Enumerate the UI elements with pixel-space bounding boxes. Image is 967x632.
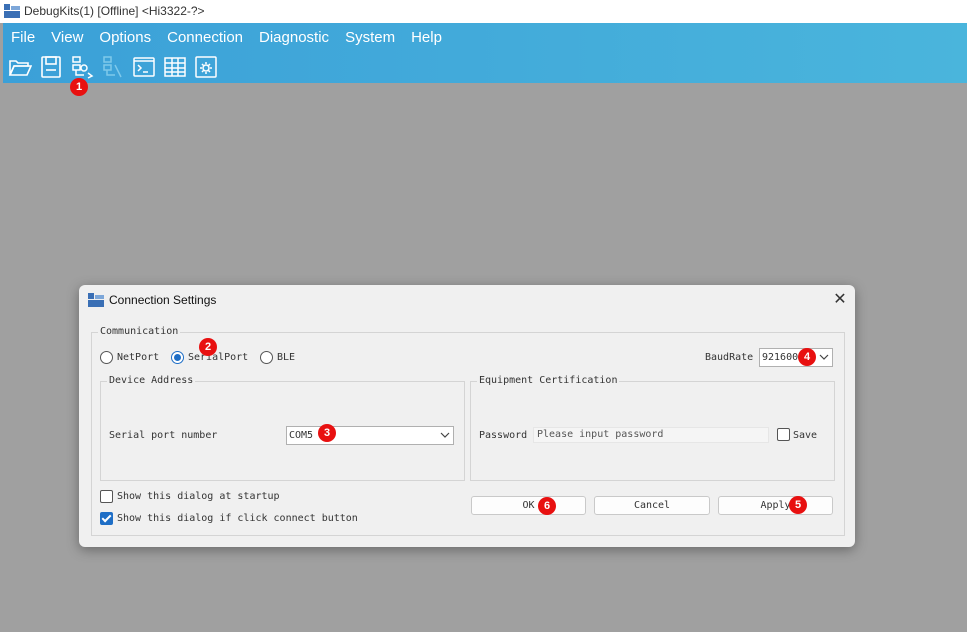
save-password-label: Save [793, 430, 818, 441]
chevron-down-icon [440, 432, 450, 438]
dialog-titlebar: Connection Settings ✕ [79, 285, 855, 315]
menu-file[interactable]: File [3, 28, 43, 50]
menu-view[interactable]: View [43, 28, 91, 50]
menu-diagnostic[interactable]: Diagnostic [251, 28, 337, 50]
step-badge-6: 6 [538, 497, 556, 515]
chevron-down-icon [819, 354, 829, 360]
save-password-checkbox[interactable] [777, 428, 790, 441]
ble-radio[interactable] [260, 351, 273, 364]
show-on-connect-checkbox[interactable] [100, 512, 113, 525]
baudrate-select[interactable]: 921600 [759, 348, 833, 367]
baudrate-label: BaudRate [705, 352, 754, 363]
app-icon [4, 4, 20, 18]
save-icon[interactable] [36, 54, 65, 80]
device-address-group: Device Address Serial port number COM5 [100, 375, 465, 481]
netport-label: NetPort [117, 352, 160, 363]
menu-connection[interactable]: Connection [159, 28, 251, 50]
settings-icon[interactable] [191, 54, 220, 80]
window-titlebar: DebugKits(1) [Offline] <Hi3322-?> [0, 0, 967, 23]
password-label: Password [479, 430, 528, 441]
dialog-title: Connection Settings [109, 293, 217, 307]
serialport-label: SerialPort [188, 352, 249, 363]
step-badge-3: 3 [318, 424, 336, 442]
serial-port-select[interactable]: COM5 [286, 426, 454, 445]
menu-options[interactable]: Options [91, 28, 159, 50]
open-folder-icon[interactable] [5, 54, 34, 80]
table-icon[interactable] [160, 54, 189, 80]
ok-button[interactable]: OK [471, 496, 586, 515]
ble-label: BLE [277, 352, 296, 363]
show-on-connect-label: Show this dialog if click connect button [117, 513, 358, 524]
menu-help[interactable]: Help [403, 28, 450, 50]
device-address-legend: Device Address [107, 375, 196, 386]
password-input[interactable]: Please input password [533, 427, 769, 443]
serial-port-value: COM5 [289, 430, 314, 441]
menu-system[interactable]: System [337, 28, 403, 50]
step-badge-4: 4 [798, 348, 816, 366]
apply-button[interactable]: Apply [718, 496, 833, 515]
password-placeholder: Please input password [537, 429, 664, 440]
equipment-certification-legend: Equipment Certification [477, 375, 620, 386]
baudrate-value: 921600 [762, 352, 799, 363]
disconnect-icon[interactable] [98, 54, 127, 80]
step-badge-1: 1 [70, 78, 88, 96]
show-at-startup-label: Show this dialog at startup [117, 491, 280, 502]
connect-icon[interactable] [67, 54, 96, 80]
communication-group: Communication NetPort SerialPort BLE Bau… [91, 326, 845, 536]
step-badge-2: 2 [199, 338, 217, 356]
connection-settings-dialog: Connection Settings ✕ Communication NetP… [79, 285, 855, 547]
step-badge-5: 5 [789, 496, 807, 514]
communication-legend: Communication [98, 326, 181, 337]
close-icon[interactable]: ✕ [831, 289, 849, 309]
equipment-certification-group: Equipment Certification Password Please … [470, 375, 835, 481]
terminal-icon[interactable] [129, 54, 158, 80]
menubar: File View Options Connection Diagnostic … [3, 23, 967, 83]
serialport-radio[interactable] [171, 351, 184, 364]
app-icon [88, 293, 104, 307]
cancel-button[interactable]: Cancel [594, 496, 710, 515]
serial-port-label: Serial port number [109, 430, 218, 441]
netport-radio[interactable] [100, 351, 113, 364]
window-title: DebugKits(1) [Offline] <Hi3322-?> [24, 4, 205, 18]
show-at-startup-checkbox[interactable] [100, 490, 113, 503]
toolbar [5, 54, 220, 80]
